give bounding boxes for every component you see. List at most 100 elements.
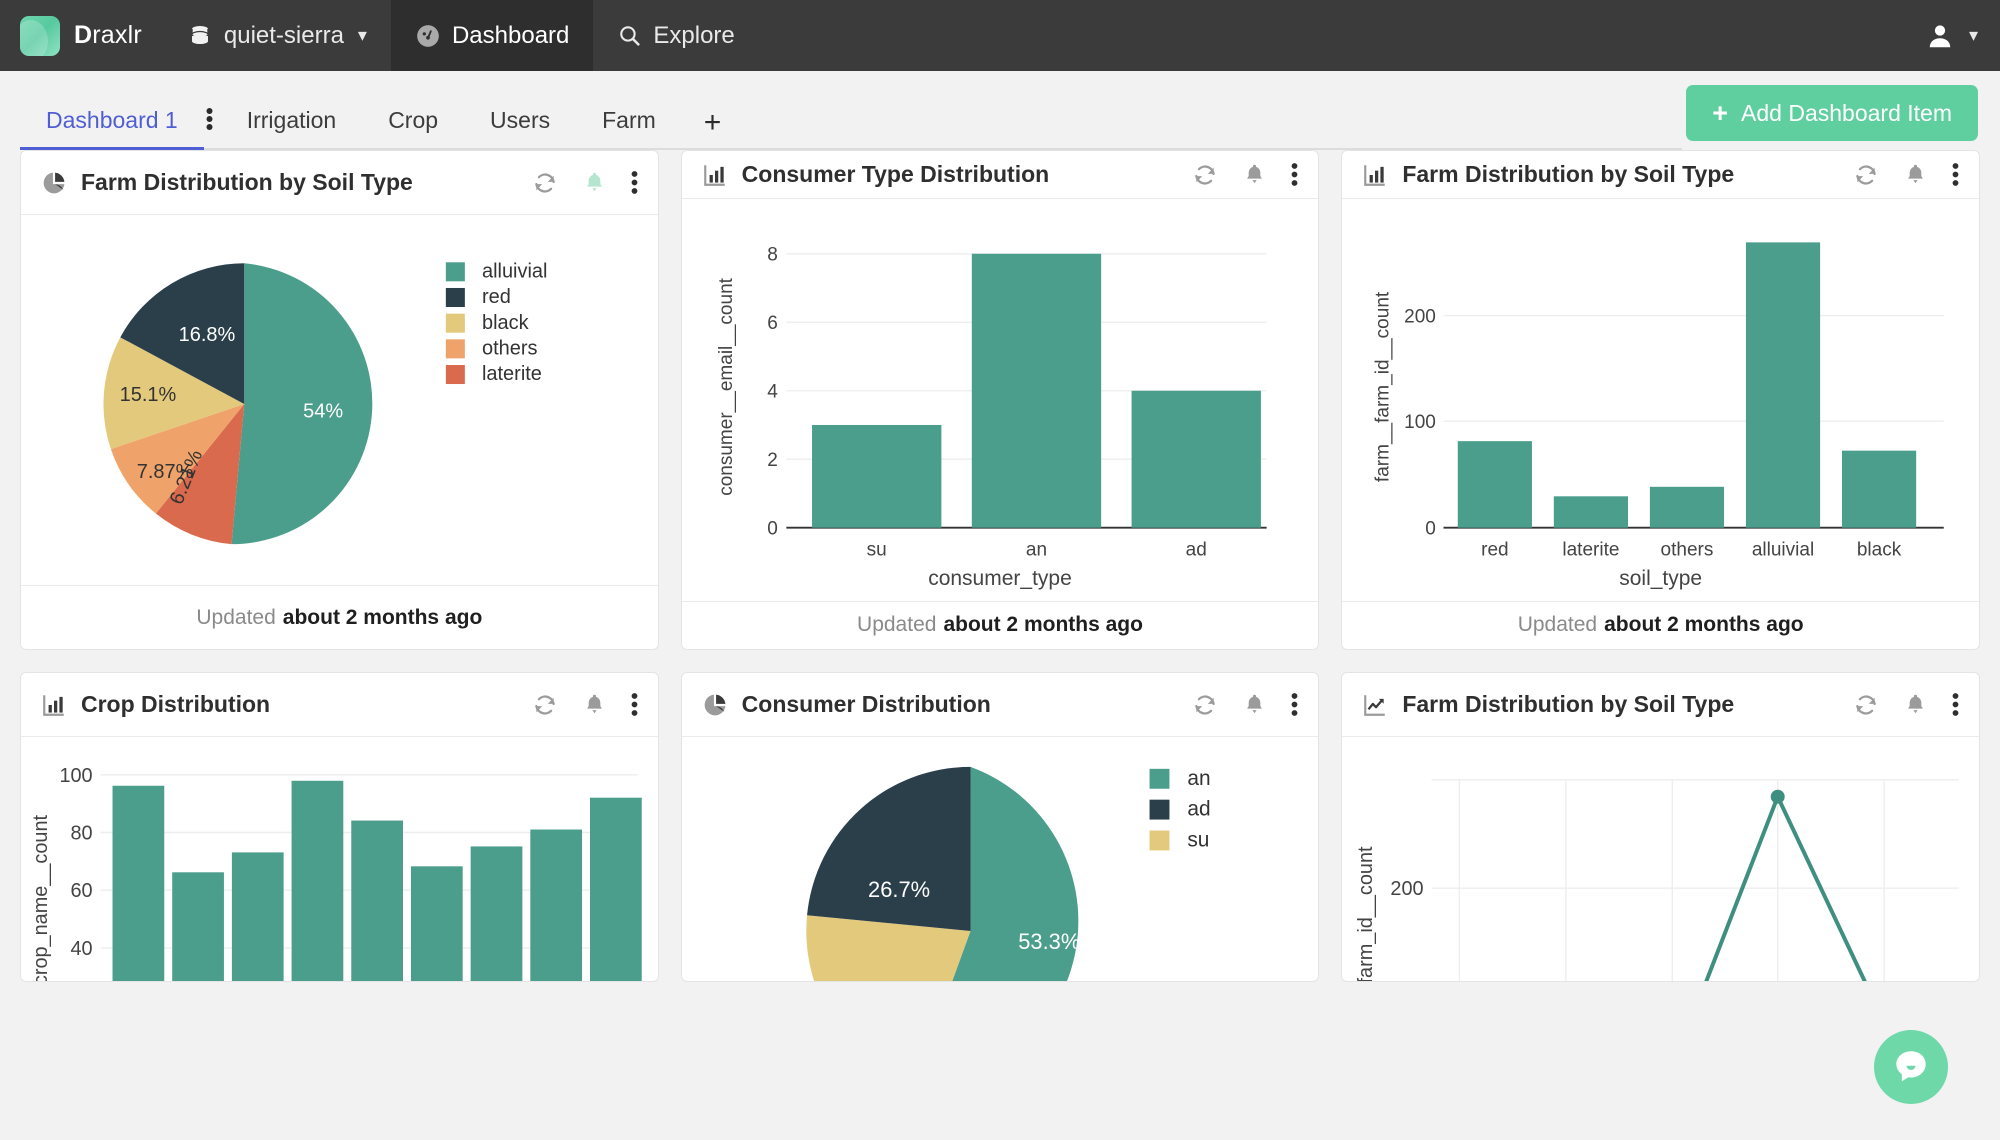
pie-slice-ad [806,766,971,931]
dashboard-tabs: Dashboard 1 Irrigation Crop Users Farm + [20,106,741,150]
x-axis-title: soil_type [1619,566,1703,590]
pie-label-ad: 26.7% [868,877,930,902]
y-axis-label: consumer__email__count [716,277,737,495]
alert-bell-button[interactable] [582,692,607,717]
refresh-button[interactable] [532,170,558,196]
kebab-menu-icon [206,108,213,130]
tab-users[interactable]: Users [464,109,576,150]
card-header: Crop Distribution [21,673,658,737]
refresh-icon [1195,164,1216,185]
y-axis-ticks: 200 100 [1391,878,1424,900]
card-header: Farm Distribution by Soil Type [1342,673,1979,737]
svg-text:su: su [866,539,886,560]
brand-rest: raxlr [92,21,142,49]
alert-bell-button[interactable] [1242,692,1267,717]
card-footer: Updated about 2 months ago [1342,600,1979,649]
refresh-button[interactable] [1853,162,1879,188]
tab-crop[interactable]: Crop [362,109,464,150]
bar-2 [172,872,224,981]
card-chart-area: 53.3% 26.7% 20% an ad su [682,737,1319,981]
refresh-button[interactable] [1192,162,1218,188]
bar-7 [470,846,523,981]
alert-bell-button[interactable] [1242,162,1267,187]
legend-label-red: red [482,286,511,308]
tab-options-kebab-button[interactable] [204,106,221,150]
card-chart-area: 54% 16.8% 15.1% 7.87% 6.21% alluivial re… [21,215,658,585]
card-header-actions [532,170,638,196]
bar-8 [530,829,583,981]
svg-text:8: 8 [767,245,778,266]
bell-icon [1247,694,1263,714]
alert-bell-button[interactable] [1903,692,1928,717]
card-farm-distribution-pie: Farm Distribution by Soil Type 54% 16.8%… [20,150,659,650]
pie-label-red: 16.8% [179,324,236,346]
refresh-button[interactable] [532,692,558,718]
svg-text:black: black [1857,539,1902,560]
legend-swatch-an [1149,768,1170,789]
card-title: Consumer Distribution [741,691,991,717]
add-tab-button[interactable]: + [682,108,742,150]
bell-icon [586,172,602,192]
pie-chart-icon [43,172,65,193]
svg-text:200: 200 [1404,306,1436,327]
kebab-menu-icon [631,171,638,194]
bell-icon [586,694,602,714]
bar-chart-farm-soil: farm__farm_id__count 200 100 0 red later [1373,242,1945,560]
legend-swatch-laterite [445,365,465,385]
y-axis-ticks: 100 80 60 40 20 [59,765,93,960]
card-consumer-distribution: Consumer Distribution 53.3% 26.7% an ad … [680,672,1320,982]
tab-irrigation[interactable]: Irrigation [221,109,362,150]
svg-text:alluivial: alluivial [1752,539,1814,560]
bar-chart-consumer-type: consumer__email__count 8 6 4 2 0 su an a… [716,245,1267,560]
refresh-icon [1195,694,1216,715]
updated-prefix: Updated [196,605,276,629]
card-options-button[interactable] [1291,162,1298,187]
search-icon [620,26,640,46]
card-options-button[interactable] [1952,162,1959,187]
legend-label-black: black [482,312,530,334]
pie-chart-farm-soil: 54% 16.8% 15.1% 7.87% 6.21% alluivial re… [103,261,547,545]
svg-text:2: 2 [767,450,778,471]
alert-bell-button[interactable] [1903,162,1928,187]
y-axis-ticks: 200 100 0 [1404,306,1436,539]
kebab-menu-icon [631,693,638,716]
y-axis-label: area__crop_name__count [30,814,52,981]
plus-icon: + [1712,97,1729,128]
alert-bell-button[interactable] [582,170,607,195]
legend-swatch-red [445,287,465,307]
database-selector[interactable]: quiet-sierra ▾ [164,0,391,71]
refresh-button[interactable] [1853,692,1879,718]
bar-chart-icon [43,694,64,716]
add-dashboard-item-button[interactable]: + Add Dashboard Item [1686,85,1978,141]
card-options-button[interactable] [1952,692,1959,717]
tab-farm[interactable]: Farm [576,109,682,150]
line-chart-farm-soil: farm__farm_id__count 200 100 [1355,779,1960,981]
refresh-button[interactable] [1192,692,1218,718]
point-alluivial [1771,789,1786,804]
y-axis-label: farm__farm_id__count [1373,291,1394,482]
card-footer: Updated about 2 months ago [681,600,1319,649]
nav-item-explore[interactable]: Explore [593,0,758,71]
bar-chart-icon [1364,164,1386,186]
bar-5 [351,820,403,981]
chevron-down-icon: ▾ [357,25,367,45]
bar-3 [231,852,284,981]
card-farm-distribution-line: Farm Distribution by Soil Type farm__far… [1341,672,1980,982]
line-chart-icon [1364,694,1386,716]
card-options-button[interactable] [1291,692,1298,717]
card-chart-area: consumer__email__count 8 6 4 2 0 su an a… [682,199,1319,567]
x-axis-ticks: red laterite others alluivial black [1481,539,1902,560]
svg-text:100: 100 [59,765,92,787]
updated-value: about 2 months ago [943,613,1143,637]
y-axis-label: farm__farm_id__count [1355,846,1377,981]
nav-item-dashboard[interactable]: Dashboard [390,0,594,71]
bar-6 [410,866,463,981]
card-options-button[interactable] [631,170,638,195]
card-options-button[interactable] [631,692,638,717]
svg-text:60: 60 [71,880,93,902]
chat-support-button[interactable] [1874,1030,1948,1104]
account-menu[interactable]: ▾ [1903,0,2000,71]
tab-dashboard-1[interactable]: Dashboard 1 [20,109,204,150]
card-title: Farm Distribution by Soil Type [1402,691,1735,717]
bell-icon [1247,164,1263,184]
